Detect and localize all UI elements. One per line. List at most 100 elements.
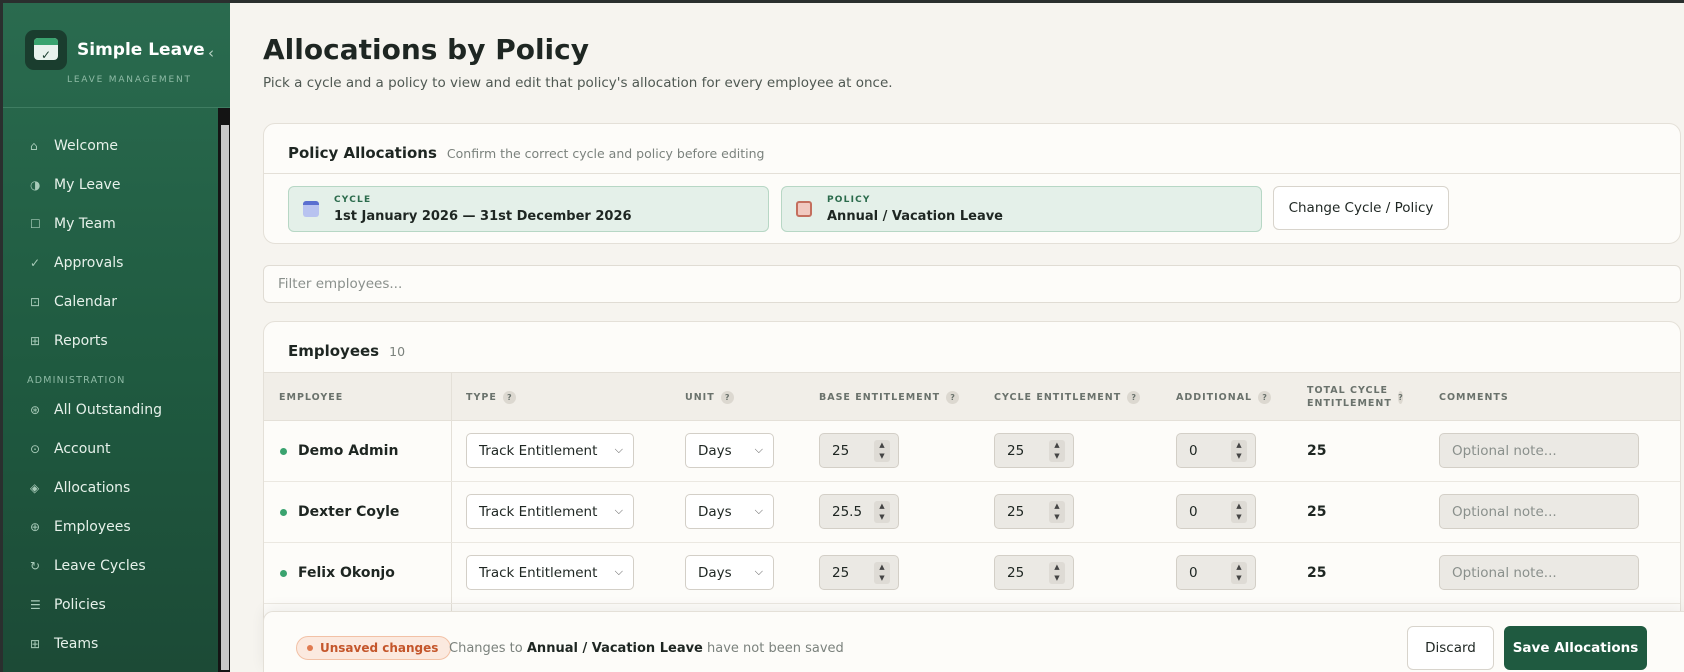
unsaved-changes-bar: Unsaved changes Changes to Annual / Vaca…: [263, 611, 1684, 672]
stepper-icon[interactable]: ▲ ▼: [1231, 501, 1247, 523]
col-comments: COMMENTS: [1439, 391, 1509, 403]
sidebar-item-leave-cycles[interactable]: ↻ Leave Cycles: [3, 546, 218, 585]
grid-icon: ⊞: [30, 636, 41, 651]
page-subtitle: Pick a cycle and a policy to view and ed…: [263, 75, 893, 91]
help-icon[interactable]: ?: [1127, 390, 1141, 404]
type-select[interactable]: Track Entitlement ⌵: [466, 494, 634, 529]
type-select[interactable]: Track Entitlement ⌵: [466, 433, 634, 468]
page-title: Allocations by Policy: [263, 33, 590, 66]
base-entitlement-input[interactable]: 25.5 ▲ ▼: [819, 494, 899, 529]
app-name: Simple Leave: [77, 40, 205, 60]
discard-button[interactable]: Discard: [1407, 626, 1494, 670]
stepper-icon[interactable]: ▲ ▼: [1231, 440, 1247, 462]
filter-employees-input[interactable]: [263, 265, 1681, 303]
chevron-down-icon: ⌵: [614, 504, 623, 517]
comment-input[interactable]: [1439, 494, 1639, 529]
chevron-down-icon: ⌵: [614, 443, 623, 456]
calendar-icon: ⊡: [30, 294, 41, 309]
cycle-chip: CYCLE 1st January 2026 — 31st December 2…: [288, 186, 769, 232]
change-cycle-policy-button[interactable]: Change Cycle / Policy: [1273, 186, 1449, 230]
sidebar-item-my-team[interactable]: ☐ My Team: [3, 204, 218, 243]
chevron-down-icon: ⌵: [614, 565, 623, 578]
comment-input[interactable]: [1439, 555, 1639, 590]
cycle-value: 1st January 2026 — 31st December 2026: [334, 209, 632, 224]
grid-icon: ⊞: [30, 333, 41, 348]
sidebar-item-label: Approvals: [54, 254, 124, 271]
policy-allocations-card: Policy Allocations Confirm the correct c…: [263, 123, 1681, 244]
stepper-icon[interactable]: ▲ ▼: [874, 501, 890, 523]
save-allocations-button[interactable]: Save Allocations: [1504, 626, 1647, 670]
chevron-down-icon: ⌵: [754, 504, 763, 517]
sidebar-item-approvals[interactable]: ✓ Approvals: [3, 243, 218, 282]
sidebar-item-my-leave[interactable]: ◑ My Leave: [3, 165, 218, 204]
stepper-icon[interactable]: ▲ ▼: [1049, 440, 1065, 462]
sidebar-item-label: Welcome: [54, 137, 119, 154]
total-cycle-entitlement: 25: [1307, 565, 1327, 581]
calendar-icon: [303, 201, 319, 217]
help-icon[interactable]: ?: [502, 390, 516, 404]
stepper-icon[interactable]: ▲ ▼: [1049, 501, 1065, 523]
table-row: Felix Okonjo Track Entitlement ⌵ Days ⌵ 25…: [264, 543, 1680, 604]
refresh-icon: ↻: [30, 558, 41, 573]
comment-input[interactable]: [1439, 433, 1639, 468]
additional-input[interactable]: 0 ▲ ▼: [1176, 494, 1256, 529]
cycle-entitlement-input[interactable]: 25 ▲ ▼: [994, 555, 1074, 590]
stepper-icon[interactable]: ▲ ▼: [874, 440, 890, 462]
help-icon[interactable]: ?: [1258, 390, 1272, 404]
help-icon[interactable]: ?: [946, 390, 960, 404]
cycle-label: CYCLE: [334, 195, 372, 205]
app-subtitle: LEAVE MANAGEMENT: [67, 75, 192, 85]
sidebar-item-teams[interactable]: ⊞ Teams: [3, 624, 218, 663]
sidebar-nav: ⌂ Welcome ◑ My Leave ☐ My Team ✓ Approva…: [3, 126, 218, 663]
base-entitlement-input[interactable]: 25 ▲ ▼: [819, 555, 899, 590]
list-icon: ☰: [30, 597, 41, 612]
cycle-entitlement-input[interactable]: 25 ▲ ▼: [994, 494, 1074, 529]
additional-input[interactable]: 0 ▲ ▼: [1176, 433, 1256, 468]
type-select[interactable]: Track Entitlement ⌵: [466, 555, 634, 590]
stepper-icon[interactable]: ▲ ▼: [1231, 562, 1247, 584]
help-icon[interactable]: ?: [720, 390, 734, 404]
stepper-icon[interactable]: ▲ ▼: [874, 562, 890, 584]
plus-circle-icon: ⊕: [30, 519, 41, 534]
chevron-left-icon[interactable]: ‹: [208, 44, 214, 62]
policy-value: Annual / Vacation Leave: [827, 209, 1004, 224]
col-total-cycle-entitlement: TOTAL CYCLE ENTITLEMENT?: [1307, 385, 1403, 409]
target-icon: ⊛: [30, 402, 41, 417]
chevron-down-icon: ⌵: [754, 565, 763, 578]
employees-count: 10: [389, 344, 406, 359]
user-circle-icon: ⊙: [30, 441, 41, 456]
sidebar-item-label: Teams: [54, 635, 99, 652]
base-entitlement-input[interactable]: 25 ▲ ▼: [819, 433, 899, 468]
sidebar-item-reports[interactable]: ⊞ Reports: [3, 321, 218, 360]
unsaved-message: Changes to Annual / Vacation Leave have …: [449, 641, 844, 656]
help-icon[interactable]: ?: [1397, 390, 1403, 404]
stepper-icon[interactable]: ▲ ▼: [1049, 562, 1065, 584]
cycle-entitlement-input[interactable]: 25 ▲ ▼: [994, 433, 1074, 468]
sidebar-item-employees[interactable]: ⊕ Employees: [3, 507, 218, 546]
sidebar-item-account[interactable]: ⊙ Account: [3, 429, 218, 468]
status-dot: [280, 508, 287, 516]
sidebar-item-calendar[interactable]: ⊡ Calendar: [3, 282, 218, 321]
unit-select[interactable]: Days ⌵: [685, 433, 774, 468]
table-header: EMPLOYEE TYPE? UNIT? BASE ENTITLEMENT? C…: [264, 372, 1680, 421]
sidebar-item-label: Calendar: [54, 293, 117, 310]
additional-input[interactable]: 0 ▲ ▼: [1176, 555, 1256, 590]
col-base-entitlement: BASE ENTITLEMENT?: [819, 373, 960, 421]
sidebar-item-allocations[interactable]: ◈ Allocations: [3, 468, 218, 507]
sidebar-item-label: Account: [54, 440, 111, 457]
status-dot: [280, 569, 287, 577]
scrollbar-thumb[interactable]: [221, 125, 229, 670]
unit-select[interactable]: Days ⌵: [685, 555, 774, 590]
diamond-icon: ◈: [30, 480, 40, 495]
sidebar-item-policies[interactable]: ☰ Policies: [3, 585, 218, 624]
sidebar-item-welcome[interactable]: ⌂ Welcome: [3, 126, 218, 165]
half-circle-icon: ◑: [30, 177, 41, 192]
col-employee: EMPLOYEE: [279, 391, 344, 403]
col-additional: ADDITIONAL?: [1176, 373, 1272, 421]
sidebar-item-all-outstanding[interactable]: ⊛ All Outstanding: [3, 390, 218, 429]
table-row: Dexter Coyle Track Entitlement ⌵ Days ⌵ 25…: [264, 482, 1680, 543]
unit-select[interactable]: Days ⌵: [685, 494, 774, 529]
status-dot: [280, 447, 287, 455]
brand[interactable]: ✓ Simple Leave: [25, 30, 205, 70]
chevron-down-icon: ⌵: [754, 443, 763, 456]
